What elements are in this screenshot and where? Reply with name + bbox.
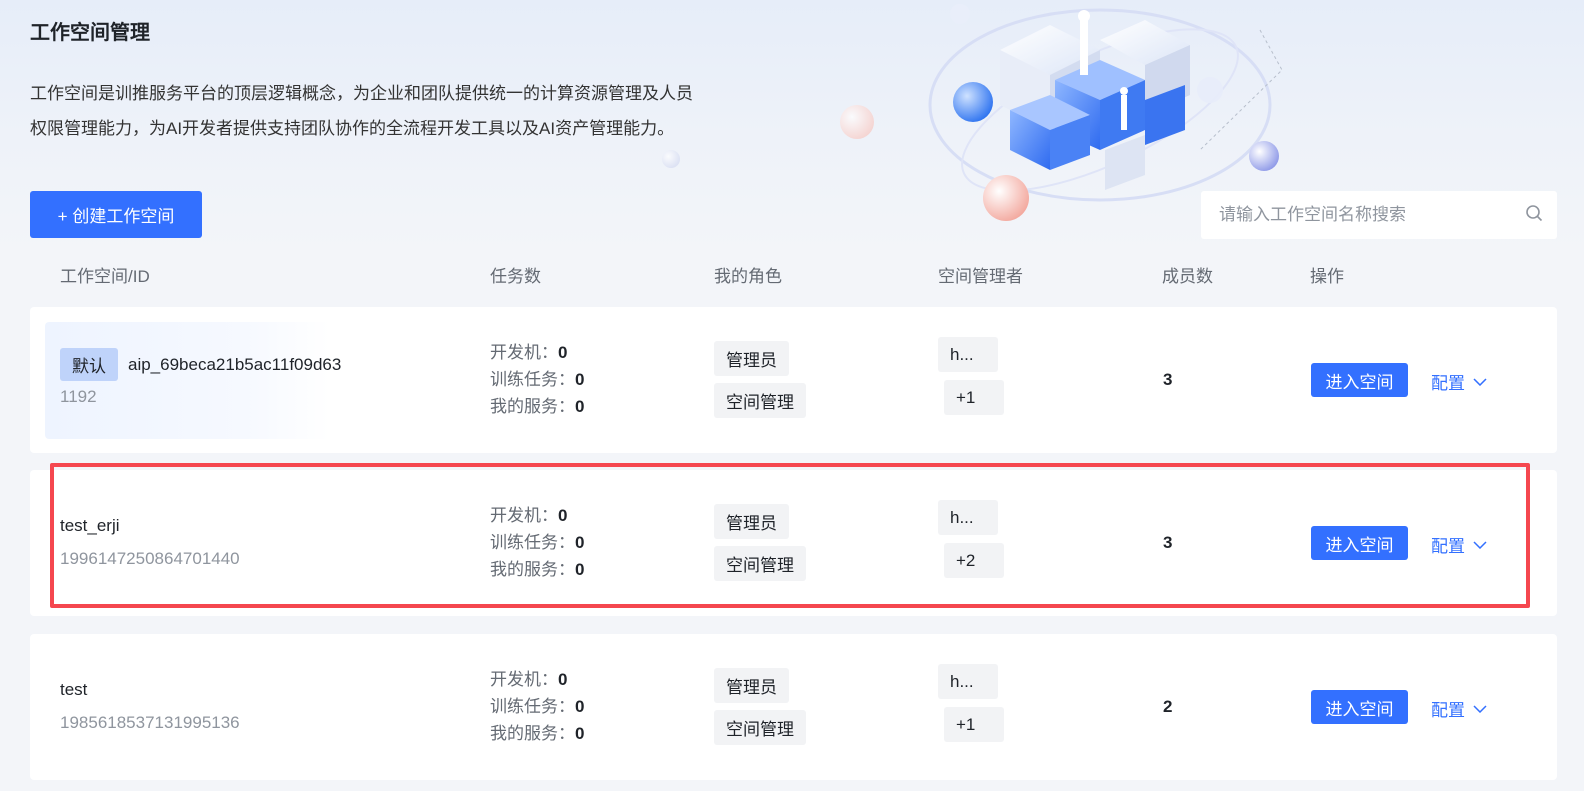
train-label: 训练任务： [490,697,575,716]
train-count: 0 [575,370,585,389]
decor-ball-small [662,150,680,168]
workspace-id: 1985618537131995136 [60,713,240,732]
workspace-id: 1996147250864701440 [60,549,240,568]
config-dropdown[interactable]: 配置 [1431,369,1487,394]
manager-chip[interactable]: h... [938,337,998,372]
col-manager: 空间管理者 [938,267,1023,286]
train-count: 0 [575,533,585,552]
dev-count: 0 [558,670,568,689]
config-dropdown[interactable]: 配置 [1431,696,1487,721]
default-tag: 默认 [60,348,118,381]
member-count: 3 [1163,370,1173,389]
table-row: test_erji 1996147250864701440 开发机：0 训练任务… [30,470,1557,616]
service-count: 0 [575,724,585,743]
service-label: 我的服务： [490,560,575,579]
col-actions: 操作 [1310,267,1344,286]
config-dropdown[interactable]: 配置 [1431,532,1487,557]
col-workspace: 工作空间/ID [60,267,150,286]
train-label: 训练任务： [490,370,575,389]
intro-line-2: 权限管理能力，为AI开发者提供支持团队协作的全流程开发工具以及AI资产管理能力。 [30,119,675,138]
workspace-name-text: test_erji [60,516,120,535]
manager-more-chip[interactable]: +2 [944,543,1004,578]
workspace-name[interactable]: test_erji [60,516,120,536]
role-chip: 管理员 [714,341,789,376]
dev-label: 开发机： [490,670,558,689]
role-chip: 空间管理 [714,546,806,581]
train-count: 0 [575,697,585,716]
member-count: 2 [1163,697,1173,716]
service-label: 我的服务： [490,397,575,416]
role-chip: 管理员 [714,668,789,703]
task-counts: 开发机：0 训练任务：0 我的服务：0 [490,502,584,583]
workspace-name-text: test [60,680,88,699]
search-input[interactable] [1219,205,1525,225]
table-header: 工作空间/ID 任务数 我的角色 空间管理者 成员数 操作 [0,262,1584,288]
service-label: 我的服务： [490,724,575,743]
workspace-name-text: aip_69beca21b5ac11f09d63 [128,354,342,374]
task-counts: 开发机：0 训练任务：0 我的服务：0 [490,339,584,420]
manager-more-chip[interactable]: +1 [944,707,1004,742]
table-row: 默认 aip_69beca21b5ac11f09d63 1192 开发机：0 训… [30,307,1557,453]
chevron-down-icon [1473,704,1487,713]
dev-count: 0 [558,506,568,525]
intro-line-1: 工作空间是训推服务平台的顶层逻辑概念，为企业和团队提供统一的计算资源管理及人员 [30,84,693,103]
dev-count: 0 [558,343,568,362]
chevron-down-icon [1473,377,1487,386]
manager-chip[interactable]: h... [938,664,998,699]
chevron-down-icon [1473,540,1487,549]
manager-more-chip[interactable]: +1 [944,380,1004,415]
train-label: 训练任务： [490,533,575,552]
table-row: test 1985618537131995136 开发机：0 训练任务：0 我的… [30,634,1557,780]
create-workspace-button[interactable]: + 创建工作空间 [30,191,202,238]
workspace-search[interactable] [1201,191,1557,239]
col-role: 我的角色 [714,267,782,286]
manager-chip[interactable]: h... [938,500,998,535]
role-chip: 空间管理 [714,710,806,745]
service-count: 0 [575,397,585,416]
enter-space-button[interactable]: 进入空间 [1311,690,1408,724]
dev-label: 开发机： [490,506,558,525]
role-chip: 空间管理 [714,383,806,418]
workspace-name[interactable]: 默认 aip_69beca21b5ac11f09d63 [60,348,341,381]
enter-space-button[interactable]: 进入空间 [1311,526,1408,560]
col-members: 成员数 [1162,267,1213,286]
dev-label: 开发机： [490,343,558,362]
config-label: 配置 [1431,701,1465,720]
page-intro: 工作空间是训推服务平台的顶层逻辑概念，为企业和团队提供统一的计算资源管理及人员 … [30,76,750,146]
service-count: 0 [575,560,585,579]
task-counts: 开发机：0 训练任务：0 我的服务：0 [490,666,584,747]
workspace-name[interactable]: test [60,680,87,700]
role-chip: 管理员 [714,504,789,539]
config-label: 配置 [1431,374,1465,393]
member-count: 3 [1163,533,1173,552]
col-tasks: 任务数 [490,267,541,286]
search-icon[interactable] [1525,204,1543,227]
workspace-id: 1192 [60,387,97,406]
config-label: 配置 [1431,537,1465,556]
page-title: 工作空间管理 [30,22,150,44]
enter-space-button[interactable]: 进入空间 [1311,363,1408,397]
decor-ball-pink [840,105,874,139]
